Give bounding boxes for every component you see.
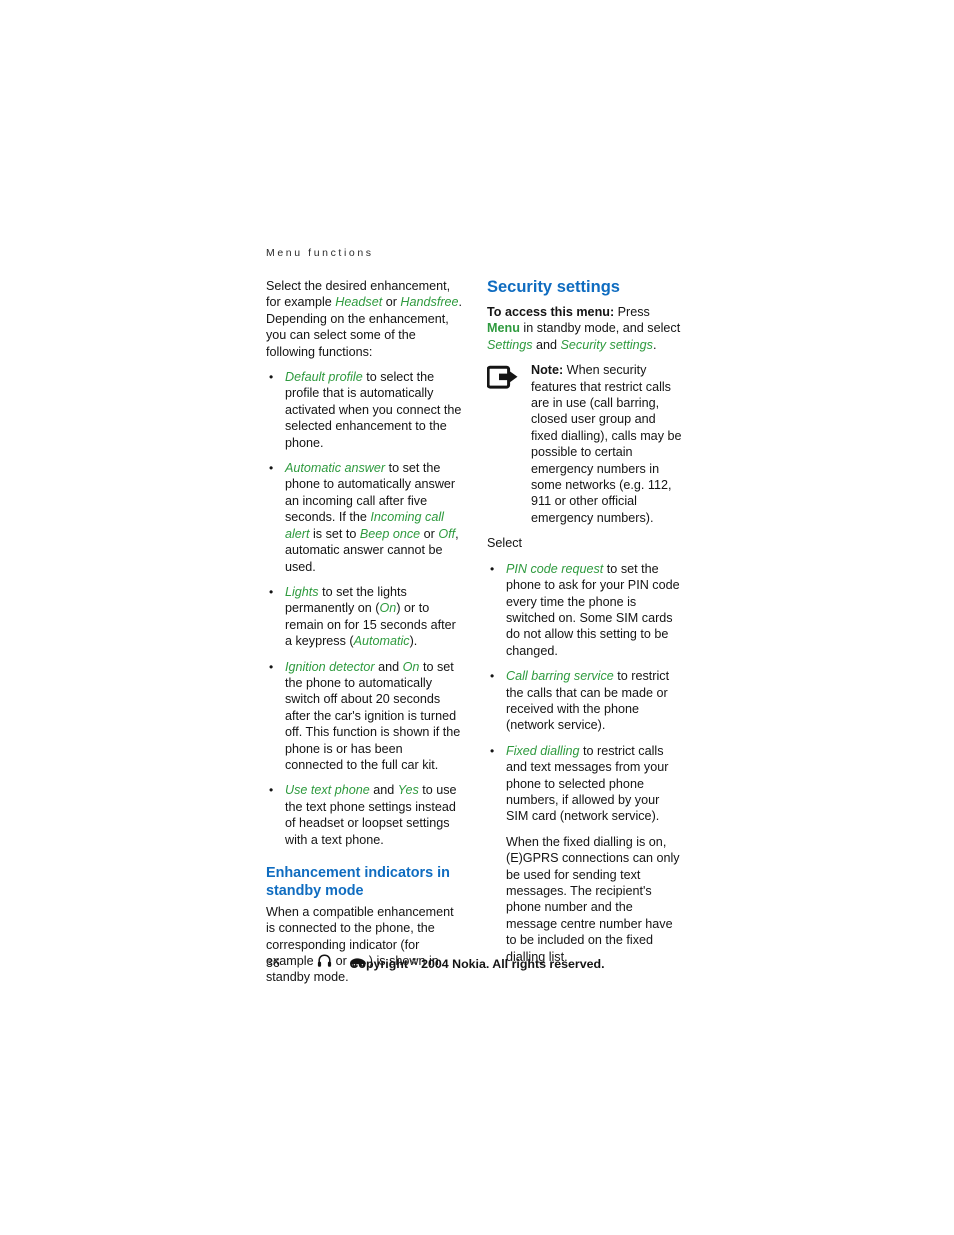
bullet-text: and [369, 783, 398, 798]
note-arrow-icon [486, 365, 521, 391]
bullet-text: ). [409, 634, 418, 649]
term-off: Off [438, 526, 456, 541]
term-security-settings: Security settings [560, 337, 653, 352]
intro-text-2: or [382, 295, 401, 310]
access-label: To access this menu: [487, 305, 615, 319]
bullet-text: to set the phone to automatically switch… [285, 659, 461, 772]
fixed-dialling-paragraph: When the fixed dialling is on, (E)GPRS c… [506, 834, 680, 964]
term-yes: Yes [397, 783, 419, 798]
copyright-pre: Copyright [349, 957, 412, 971]
bullet-dot-icon: • [269, 461, 274, 476]
term-fixed-dialling: Fixed dialling [506, 743, 580, 758]
term-ignition-detector: Ignition detector [285, 659, 375, 674]
bullet-dot-icon: • [490, 743, 495, 758]
intro-paragraph: Select the desired enhancement, for exam… [266, 278, 464, 360]
note-block: Note: When security features that restri… [486, 362, 685, 526]
bullet-text: or [420, 526, 439, 541]
copyright-post: 2004 Nokia. All rights reserved. [417, 957, 605, 971]
bullet-dot-icon: • [269, 370, 274, 385]
select-label: Select [487, 536, 523, 551]
left-column: Select the desired enhancement, for exam… [266, 278, 464, 995]
access-text-4: . [652, 337, 657, 352]
term-on: On [402, 659, 420, 674]
list-item: • PIN code request to set the phone to a… [487, 561, 685, 659]
term-menu: Menu [487, 321, 520, 336]
term-default-profile: Default profile [285, 370, 363, 385]
bullet-dot-icon: • [269, 584, 274, 599]
note-body: When security features that restrict cal… [531, 363, 682, 525]
access-text-3: and [532, 337, 561, 352]
term-use-text-phone: Use text phone [285, 783, 370, 798]
list-item: • Default profile to select the profile … [266, 369, 464, 451]
term-pin-code-request: PIN code request [506, 561, 604, 576]
subheading-enhancement-indicators: Enhancement indicators in standby mode [266, 865, 450, 900]
page-footer: 36 Copyright © 2004 Nokia. All rights re… [0, 956, 954, 974]
bullet-dot-icon: • [269, 659, 274, 674]
note-label: Note: [531, 363, 564, 378]
bullet-dot-icon: • [269, 783, 274, 798]
bullet-text: is set to [309, 526, 360, 541]
term-beep-once: Beep once [359, 526, 421, 541]
bullet-dot-icon: • [490, 561, 495, 576]
access-menu-paragraph: To access this menu: Press Menu in stand… [487, 304, 685, 353]
term-handsfree: Handsfree [400, 295, 459, 310]
list-item: • Automatic answer to set the phone to a… [266, 460, 464, 575]
list-item: • Ignition detector and On to set the ph… [266, 659, 464, 774]
term-on: On [379, 601, 397, 616]
term-automatic-answer: Automatic answer [285, 461, 386, 476]
bullet-text: and [374, 659, 403, 674]
access-text-1: Press [614, 305, 650, 319]
bullet-text: to set the phone to ask for your PIN cod… [506, 561, 680, 658]
access-text-2: in standby mode, and select [519, 321, 681, 336]
page-title: Security settings [487, 278, 620, 296]
bullet-dot-icon: • [490, 669, 495, 684]
list-item: • Lights to set the lights permanently o… [266, 584, 464, 650]
right-column: Security settings To access this menu: P… [486, 278, 685, 974]
term-settings: Settings [487, 337, 533, 352]
list-item: • Use text phone and Yes to use the text… [266, 782, 464, 848]
enhancement-functions-list: • Default profile to select the profile … [266, 369, 464, 848]
list-item: • Call barring service to restrict the c… [487, 668, 685, 734]
term-headset: Headset [335, 295, 383, 310]
manual-page: Menu functions Select the desired enhanc… [0, 0, 954, 1235]
term-call-barring-service: Call barring service [506, 669, 614, 684]
running-header: Menu functions [266, 247, 374, 259]
copyright-notice: Copyright © 2004 Nokia. All rights reser… [0, 956, 954, 971]
term-automatic: Automatic [353, 634, 410, 649]
security-settings-list: • PIN code request to set the phone to a… [487, 561, 685, 825]
term-lights: Lights [285, 584, 319, 599]
list-item: • Fixed dialling to restrict calls and t… [487, 743, 685, 825]
